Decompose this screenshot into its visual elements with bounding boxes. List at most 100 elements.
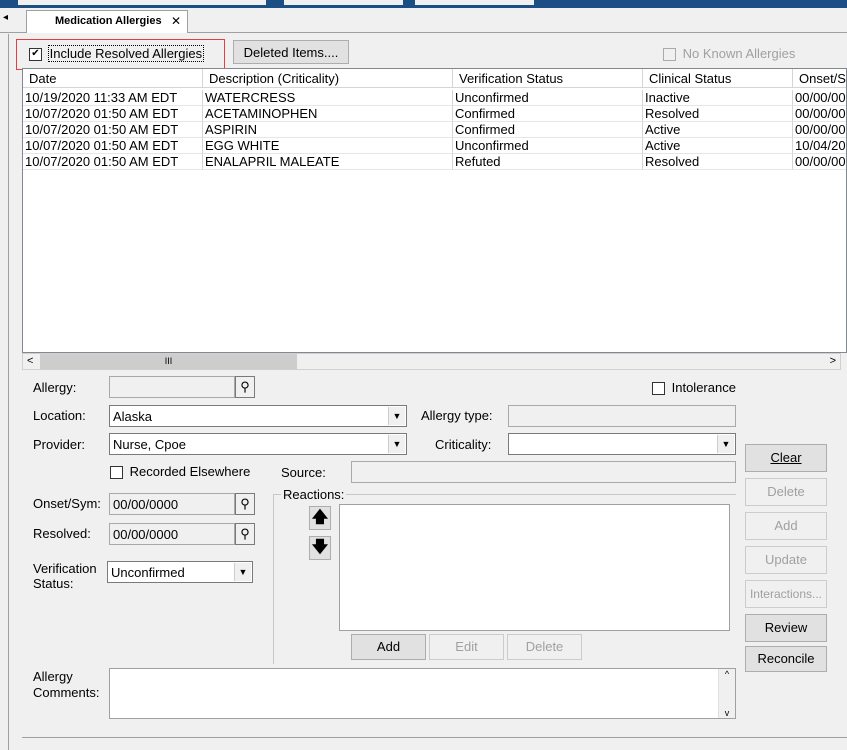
recorded-elsewhere-label: Recorded Elsewhere xyxy=(129,464,251,479)
top-tab-2[interactable] xyxy=(284,0,403,5)
update-button[interactable]: Update xyxy=(745,546,827,574)
comments-label-line1: Allergy xyxy=(33,669,73,684)
allergy-type-field[interactable] xyxy=(508,405,736,427)
delete-button[interactable]: Delete xyxy=(745,478,827,506)
chevron-down-icon[interactable]: ▼ xyxy=(388,435,405,453)
onset-label: Onset/Sym: xyxy=(33,496,101,511)
allergy-comments-field[interactable]: ^ v xyxy=(109,668,736,719)
source-field[interactable] xyxy=(351,461,736,483)
cell-date: 10/19/2020 11:33 AM EDT xyxy=(23,90,203,106)
resolved-calendar-icon[interactable]: ⚲ xyxy=(235,523,255,545)
cell-clinical: Active xyxy=(643,138,793,154)
no-known-allergies-label: No Known Allergies xyxy=(682,46,796,61)
criticality-select[interactable]: ▼ xyxy=(508,433,736,455)
cell-verification: Refuted xyxy=(453,154,643,170)
cell-clinical: Resolved xyxy=(643,154,793,170)
close-icon[interactable]: ✕ xyxy=(171,14,181,28)
onset-field[interactable]: 00/00/0000 xyxy=(109,493,235,515)
column-header-description[interactable]: Description (Criticality) xyxy=(203,69,453,88)
no-known-allergies-checkbox[interactable]: No Known Allergies xyxy=(663,46,796,62)
cell-date: 10/07/2020 01:50 AM EDT xyxy=(23,154,203,170)
cell-onset: 00/00/00 xyxy=(793,90,846,106)
tab-medication-allergies[interactable]: Medication Allergies ✕ xyxy=(26,10,188,33)
provider-select[interactable]: Nurse, Cpoe ▼ xyxy=(109,433,407,455)
column-header-clinical[interactable]: Clinical Status xyxy=(643,69,793,88)
table-row[interactable]: 10/07/2020 01:50 AM EDT ACETAMINOPHEN Co… xyxy=(23,106,846,122)
comments-label-line2: Comments: xyxy=(33,685,100,700)
comments-vertical-scrollbar[interactable]: ^ v xyxy=(718,669,735,718)
scroll-down-icon[interactable]: v xyxy=(719,708,735,718)
reactions-list[interactable] xyxy=(339,504,730,631)
top-tab-3[interactable] xyxy=(415,0,534,5)
cell-date: 10/07/2020 01:50 AM EDT xyxy=(23,122,203,138)
column-header-date[interactable]: Date xyxy=(23,69,203,88)
reconcile-button[interactable]: Reconcile xyxy=(745,646,827,672)
checkbox-unchecked-icon[interactable] xyxy=(663,48,676,62)
arrow-down-icon[interactable]: 🡇 xyxy=(309,536,331,560)
clear-button[interactable]: Clear xyxy=(745,444,827,472)
checkbox-unchecked-icon[interactable] xyxy=(110,466,123,480)
review-button[interactable]: Review xyxy=(745,614,827,642)
chevron-down-icon[interactable]: ▼ xyxy=(388,407,405,425)
reaction-add-button[interactable]: Add xyxy=(351,634,426,660)
provider-value: Nurse, Cpoe xyxy=(113,437,186,452)
top-tab-1[interactable] xyxy=(18,0,266,5)
cell-onset: 00/00/00 xyxy=(793,154,846,170)
cell-clinical: Active xyxy=(643,122,793,138)
reaction-delete-button[interactable]: Delete xyxy=(507,634,582,660)
cell-description: ENALAPRIL MALEATE xyxy=(203,154,453,170)
scrollbar-thumb[interactable]: III xyxy=(40,354,297,369)
include-resolved-label[interactable]: Include Resolved Allergies xyxy=(47,45,205,62)
cell-verification: Unconfirmed xyxy=(453,138,643,154)
table-row[interactable]: 10/19/2020 11:33 AM EDT WATERCRESS Uncon… xyxy=(23,90,846,106)
include-resolved-checkbox[interactable]: ✔ Include Resolved Allergies xyxy=(29,45,205,62)
cell-description: EGG WHITE xyxy=(203,138,453,154)
chevron-down-icon[interactable]: ▼ xyxy=(717,435,734,453)
table-row[interactable]: 10/07/2020 01:50 AM EDT EGG WHITE Unconf… xyxy=(23,138,846,154)
table-row[interactable]: 10/07/2020 01:50 AM EDT ENALAPRIL MALEAT… xyxy=(23,154,846,170)
recorded-elsewhere-checkbox[interactable]: Recorded Elsewhere xyxy=(110,464,251,480)
top-toolbar-strip xyxy=(0,0,847,8)
cell-description: WATERCRESS xyxy=(203,90,453,106)
intolerance-checkbox[interactable]: Intolerance xyxy=(652,380,736,396)
bottom-divider xyxy=(22,737,847,738)
allergy-type-label: Allergy type: xyxy=(421,408,493,423)
cell-onset: 10/04/20 xyxy=(793,138,846,154)
reactions-label: Reactions: xyxy=(281,487,347,502)
reaction-edit-button[interactable]: Edit xyxy=(429,634,504,660)
tab-scroll-left-icon[interactable]: ◂ xyxy=(3,12,8,23)
checkbox-checked-icon[interactable]: ✔ xyxy=(29,48,42,62)
verification-status-select[interactable]: Unconfirmed ▼ xyxy=(107,561,253,583)
scroll-right-icon[interactable]: > xyxy=(830,354,836,369)
add-button[interactable]: Add xyxy=(745,512,827,540)
deleted-items-button[interactable]: Deleted Items.... xyxy=(233,40,349,64)
cell-date: 10/07/2020 01:50 AM EDT xyxy=(23,138,203,154)
onset-calendar-icon[interactable]: ⚲ xyxy=(235,493,255,515)
cell-verification: Unconfirmed xyxy=(453,90,643,106)
horizontal-scrollbar[interactable]: < III > xyxy=(22,353,841,370)
allergy-field[interactable] xyxy=(109,376,235,398)
resolved-field[interactable]: 00/00/0000 xyxy=(109,523,235,545)
provider-label: Provider: xyxy=(33,437,86,452)
cell-clinical: Resolved xyxy=(643,106,793,122)
column-header-verification[interactable]: Verification Status xyxy=(453,69,643,88)
allergy-grid[interactable]: Date Description (Criticality) Verificat… xyxy=(22,68,847,353)
chevron-down-icon[interactable]: ▼ xyxy=(234,563,251,581)
cell-verification: Confirmed xyxy=(453,106,643,122)
source-label: Source: xyxy=(281,465,326,480)
verification-value: Unconfirmed xyxy=(111,565,185,580)
cell-verification: Confirmed xyxy=(453,122,643,138)
cell-clinical: Inactive xyxy=(643,90,793,106)
verification-label-line1: Verification xyxy=(33,561,97,576)
arrow-up-icon[interactable]: 🡅 xyxy=(309,506,331,530)
cell-onset: 00/00/00 xyxy=(793,122,846,138)
table-row[interactable]: 10/07/2020 01:50 AM EDT ASPIRIN Confirme… xyxy=(23,122,846,138)
scroll-left-icon[interactable]: < xyxy=(27,354,33,369)
checkbox-unchecked-icon[interactable] xyxy=(652,382,665,396)
location-select[interactable]: Alaska ▼ xyxy=(109,405,407,427)
scroll-up-icon[interactable]: ^ xyxy=(719,669,735,679)
column-header-onset[interactable]: Onset/S xyxy=(793,69,846,88)
allergy-search-icon[interactable]: ⚲ xyxy=(235,376,255,398)
interactions-button[interactable]: Interactions... xyxy=(745,580,827,608)
verification-label-line2: Status: xyxy=(33,576,74,591)
